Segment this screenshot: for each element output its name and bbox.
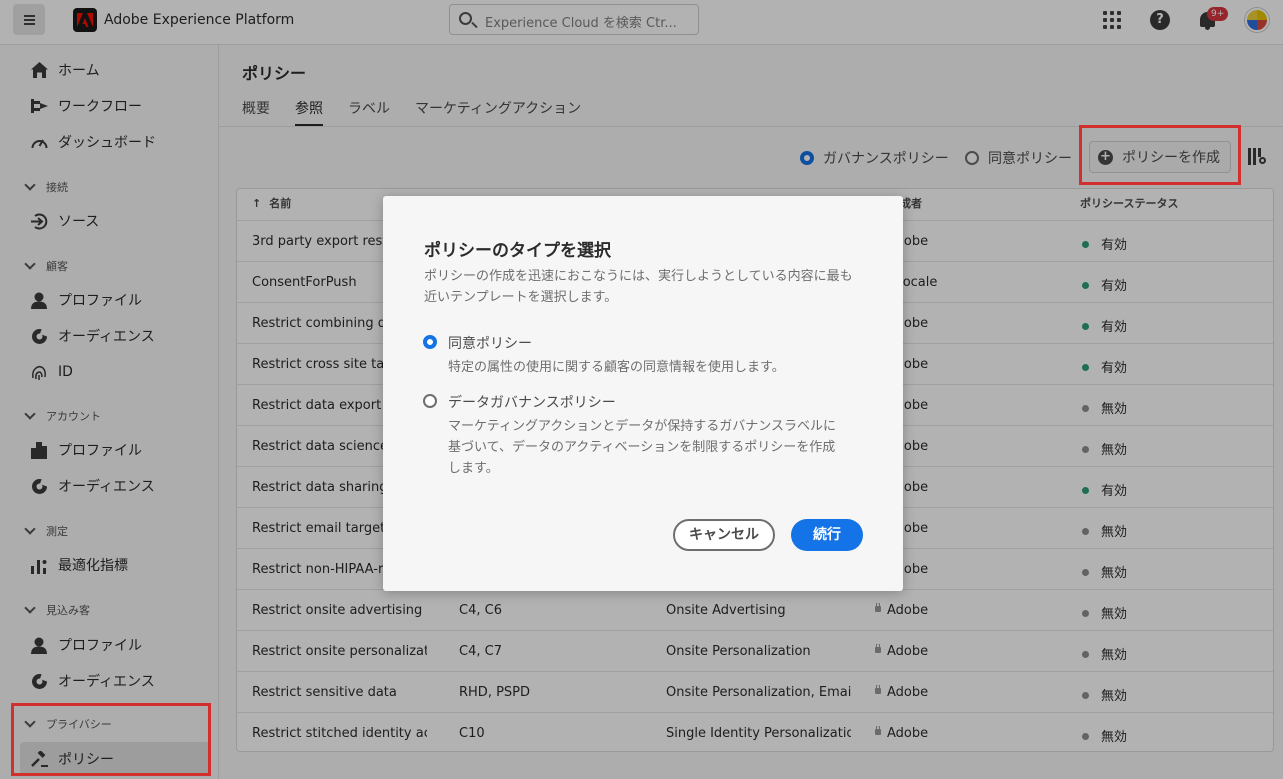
continue-button[interactable]: 続行	[791, 519, 863, 551]
policy-type-dialog: ポリシーのタイプを選択 ポリシーの作成を迅速におこなうには、実行しようとしている…	[383, 196, 903, 591]
radio-unselected-icon[interactable]	[423, 394, 437, 408]
radio-selected-icon[interactable]	[423, 335, 437, 349]
option-governance-description: マーケティングアクションとデータが保持するガバナンスラベルに基づいて、データのア…	[448, 419, 837, 476]
option-consent-description: 特定の属性の使用に関する顧客の同意情報を使用します。	[448, 360, 785, 375]
highlight-privacy-policies	[11, 703, 211, 776]
highlight-create-policy	[1079, 125, 1241, 185]
cancel-button[interactable]: キャンセル	[673, 519, 775, 551]
dialog-description: ポリシーの作成を迅速におこなうには、実行しようとしている内容に最も近いテンプレー…	[424, 269, 853, 305]
dialog-title: ポリシーのタイプを選択	[424, 241, 611, 261]
option-governance-label: データガバナンスポリシー	[448, 395, 616, 411]
option-consent-label: 同意ポリシー	[448, 336, 532, 352]
